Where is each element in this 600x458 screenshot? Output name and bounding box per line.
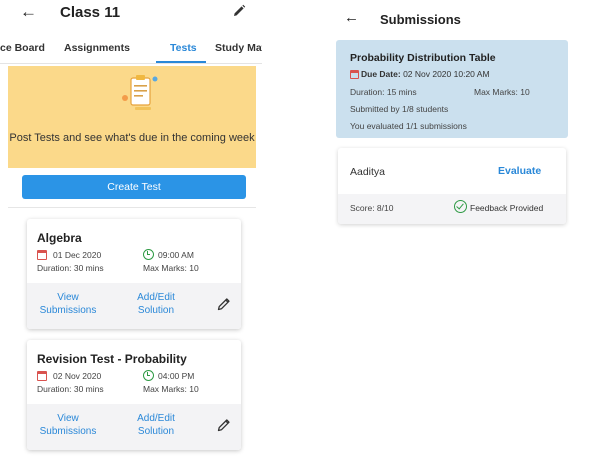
test-max-marks: Max Marks: 10 [143,263,199,273]
test-duration: Duration: 30 mins [37,263,104,273]
banner-message: Post Tests and see what's due in the com… [9,132,255,144]
back-arrow-icon[interactable]: ← [344,9,359,26]
test-info-card: Probability Distribution Table Due Date:… [336,40,568,138]
add-edit-line2: Solution [137,426,175,437]
calendar-icon [350,70,359,79]
due-date-label: Due Date: [361,69,401,79]
page-title: Class 11 [60,4,121,21]
test-title: Algebra [37,231,82,245]
add-edit-line1: Add/Edit [137,413,175,424]
test-date: 01 Dec 2020 [53,250,102,260]
view-submissions-link[interactable]: View Submissions [33,412,103,438]
tab-tests[interactable]: Tests [170,42,197,54]
submission-card[interactable]: Aaditya Evaluate Score: 8/10 Feedback Pr… [338,148,566,224]
test-max-marks: Max Marks: 10 [474,87,530,97]
app-bar: ← Class 11 [0,0,262,28]
back-arrow-icon[interactable]: ← [20,2,37,22]
tab-notice-board[interactable]: ce Board [0,42,45,54]
test-time: 09:00 AM [158,250,194,260]
add-edit-line1: Add/Edit [137,292,175,303]
tab-study-material[interactable]: Study Material [215,42,262,54]
evaluated-count: You evaluated 1/1 submissions [350,121,467,131]
test-card-revision-probability[interactable]: Revision Test - Probability 02 Nov 2020 … [27,340,241,450]
clock-icon [143,370,154,381]
view-submissions-line1: View [57,292,79,303]
submissions-screen: ← Submissions Probability Distribution T… [330,0,578,458]
divider [8,207,256,208]
add-edit-solution-link[interactable]: Add/Edit Solution [127,291,185,317]
tab-assignments[interactable]: Assignments [64,42,130,54]
view-submissions-link[interactable]: View Submissions [33,291,103,317]
due-date-value: 02 Nov 2020 10:20 AM [403,69,490,79]
evaluate-button[interactable]: Evaluate [498,165,541,177]
active-tab-indicator [156,61,206,63]
test-date: 02 Nov 2020 [53,371,102,381]
test-title: Probability Distribution Table [350,52,496,64]
card-actions: View Submissions Add/Edit Solution [27,283,241,329]
student-name: Aaditya [350,166,386,178]
view-submissions-line2: Submissions [39,305,97,316]
submitted-count: Submitted by 1/8 students [350,104,449,114]
test-title: Revision Test - Probability [37,352,187,366]
view-submissions-line2: Submissions [39,426,97,437]
clock-icon [143,249,154,260]
score: Score: 8/10 [350,203,394,213]
feedback-status: Feedback Provided [470,203,544,213]
view-submissions-line1: View [57,413,79,424]
create-test-button[interactable]: Create Test [22,175,246,199]
calendar-icon [37,371,47,381]
card-actions: View Submissions Add/Edit Solution [27,404,241,450]
edit-pencil-icon[interactable] [216,296,232,317]
add-edit-line2: Solution [137,305,175,316]
page-title: Submissions [380,12,461,27]
due-date: Due Date: 02 Nov 2020 10:20 AM [361,69,490,79]
test-max-marks: Max Marks: 10 [143,384,199,394]
add-edit-solution-link[interactable]: Add/Edit Solution [127,412,185,438]
test-card-algebra[interactable]: Algebra 01 Dec 2020 09:00 AM Duration: 3… [27,219,241,329]
tab-bar: ce Board Assignments Tests Study Materia… [0,40,262,64]
test-duration: Duration: 30 mins [37,384,104,394]
edit-pencil-icon[interactable] [216,417,232,438]
test-time: 04:00 PM [158,371,195,381]
calendar-icon [37,250,47,260]
class-tests-screen: ← Class 11 ce Board Assignments Tests St… [0,0,262,458]
check-circle-icon [454,200,467,213]
submission-footer: Score: 8/10 Feedback Provided [338,194,566,224]
clipboard-illustration-icon [120,72,160,114]
test-duration: Duration: 15 mins [350,87,417,97]
tests-banner: Post Tests and see what's due in the com… [8,66,256,168]
edit-pencil-icon[interactable] [232,4,246,23]
